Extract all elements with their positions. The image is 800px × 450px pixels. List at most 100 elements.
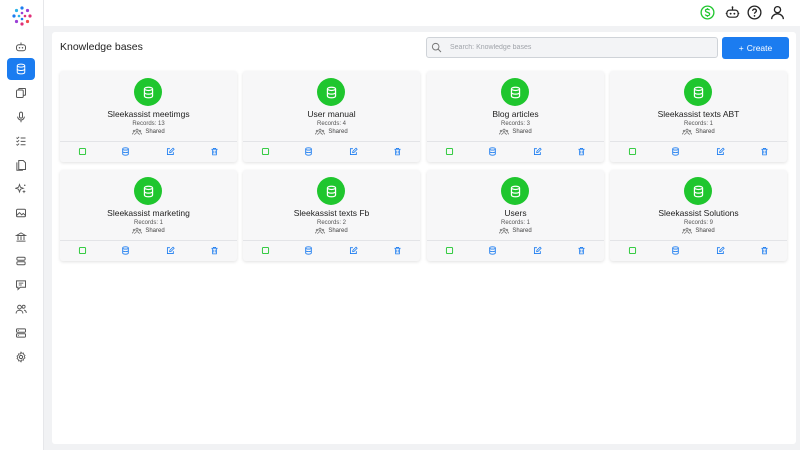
create-button[interactable]: + Create xyxy=(722,37,789,59)
edit-button[interactable] xyxy=(165,245,175,255)
sidebar-item-copy[interactable] xyxy=(7,82,35,104)
sidebar-item-bank[interactable] xyxy=(7,226,35,248)
select-checkbox[interactable] xyxy=(260,245,270,255)
documents-icon xyxy=(16,160,26,171)
share-users-icon xyxy=(132,128,143,136)
select-checkbox[interactable] xyxy=(77,146,87,156)
card-divider xyxy=(427,141,604,142)
select-checkbox[interactable] xyxy=(627,146,637,156)
main-panel: Knowledge bases + Create Sleekassist mee… xyxy=(52,32,796,444)
help-icon[interactable] xyxy=(746,4,762,20)
search-box[interactable] xyxy=(426,37,718,58)
select-checkbox[interactable] xyxy=(260,146,270,156)
open-database-button[interactable] xyxy=(670,146,680,156)
edit-button[interactable] xyxy=(532,146,542,156)
select-checkbox[interactable] xyxy=(444,146,454,156)
knowledge-base-card[interactable]: Sleekassist texts Fb Records: 2 Shared xyxy=(243,170,420,261)
user-icon[interactable] xyxy=(769,4,785,20)
app-logo-icon[interactable] xyxy=(11,5,33,27)
knowledge-base-card[interactable]: User manual Records: 4 Shared xyxy=(243,71,420,162)
edit-button[interactable] xyxy=(348,146,358,156)
database-icon xyxy=(501,78,529,106)
delete-button[interactable] xyxy=(209,245,219,255)
sidebar-item-tasks[interactable] xyxy=(7,130,35,152)
knowledge-base-card[interactable]: Users Records: 1 Shared xyxy=(427,170,604,261)
sidebar-item-documents[interactable] xyxy=(7,154,35,176)
select-checkbox[interactable] xyxy=(77,245,87,255)
knowledge-base-card[interactable]: Sleekassist texts ABT Records: 1 Shared xyxy=(610,71,787,162)
sidebar-item-chat[interactable] xyxy=(7,274,35,296)
open-database-button[interactable] xyxy=(670,245,680,255)
sidebar-item-knowledge-bases[interactable] xyxy=(7,58,35,80)
card-divider xyxy=(243,141,420,142)
select-checkbox[interactable] xyxy=(444,245,454,255)
delete-button[interactable] xyxy=(759,146,769,156)
search-input[interactable] xyxy=(450,44,710,51)
delete-button[interactable] xyxy=(576,146,586,156)
sidebar-item-images[interactable] xyxy=(7,202,35,224)
sidebar-item-users[interactable] xyxy=(7,298,35,320)
card-shared: Shared xyxy=(243,227,420,235)
card-divider xyxy=(60,240,237,241)
share-users-icon xyxy=(315,227,326,235)
open-database-button[interactable] xyxy=(487,245,497,255)
knowledge-base-card[interactable]: Blog articles Records: 3 Shared xyxy=(427,71,604,162)
share-users-icon xyxy=(315,128,326,136)
database-icon xyxy=(304,146,312,156)
edit-icon xyxy=(349,246,358,254)
bank-icon xyxy=(15,232,27,242)
edit-button[interactable] xyxy=(165,146,175,156)
sidebar-item-bots[interactable] xyxy=(7,36,35,58)
card-records: Records: 13 xyxy=(132,121,165,127)
card-shared-label: Shared xyxy=(695,228,715,234)
edit-icon xyxy=(716,147,725,155)
database-icon xyxy=(134,177,162,205)
sidebar-item-settings[interactable] xyxy=(7,346,35,368)
edit-button[interactable] xyxy=(348,245,358,255)
card-title: Users xyxy=(504,208,527,218)
select-checkbox[interactable] xyxy=(627,245,637,255)
sidebar xyxy=(0,0,44,450)
open-database-button[interactable] xyxy=(303,245,313,255)
open-database-button[interactable] xyxy=(120,245,130,255)
open-database-button[interactable] xyxy=(120,146,130,156)
edit-button[interactable] xyxy=(715,245,725,255)
edit-button[interactable] xyxy=(532,245,542,255)
card-divider xyxy=(427,240,604,241)
knowledge-base-card[interactable]: Sleekassist Solutions Records: 9 Shared xyxy=(610,170,787,261)
create-button-label: Create xyxy=(746,43,773,53)
robot-icon[interactable] xyxy=(724,4,740,20)
database-icon xyxy=(684,177,712,205)
card-records: Records: 9 xyxy=(683,220,713,226)
delete-button[interactable] xyxy=(392,245,402,255)
chat-icon xyxy=(16,280,26,291)
delete-button[interactable] xyxy=(392,146,402,156)
search-icon xyxy=(431,42,442,53)
card-title: Sleekassist meetimgs xyxy=(107,109,190,119)
knowledge-base-card[interactable]: Sleekassist marketing Records: 1 Shared xyxy=(60,170,237,261)
share-users-icon xyxy=(132,227,143,235)
delete-button[interactable] xyxy=(209,146,219,156)
share-users-icon xyxy=(682,227,693,235)
delete-button[interactable] xyxy=(576,245,586,255)
card-shared: Shared xyxy=(427,128,604,136)
sidebar-item-voice[interactable] xyxy=(7,106,35,128)
card-records: Records: 2 xyxy=(316,220,346,226)
knowledge-base-card[interactable]: Sleekassist meetimgs Records: 13 Shared xyxy=(60,71,237,162)
checkbox-icon xyxy=(445,246,453,254)
database-icon xyxy=(121,146,129,156)
card-shared: Shared xyxy=(60,128,237,136)
card-divider xyxy=(60,141,237,142)
sidebar-item-stack[interactable] xyxy=(7,250,35,272)
card-shared: Shared xyxy=(243,128,420,136)
sparkles-icon xyxy=(15,183,26,194)
edit-button[interactable] xyxy=(715,146,725,156)
open-database-button[interactable] xyxy=(487,146,497,156)
sidebar-item-servers[interactable] xyxy=(7,322,35,344)
delete-button[interactable] xyxy=(759,245,769,255)
card-records: Records: 1 xyxy=(683,121,713,127)
dollar-icon[interactable] xyxy=(699,4,715,20)
sidebar-item-ai[interactable] xyxy=(7,178,35,200)
card-title: Sleekassist marketing xyxy=(107,208,190,218)
open-database-button[interactable] xyxy=(303,146,313,156)
